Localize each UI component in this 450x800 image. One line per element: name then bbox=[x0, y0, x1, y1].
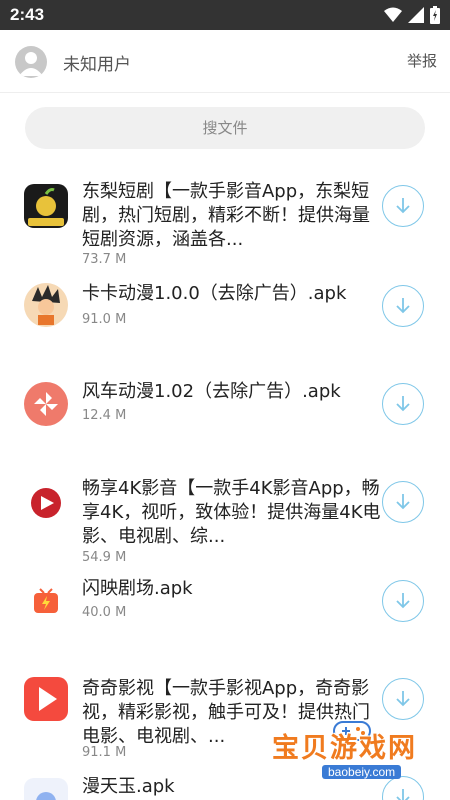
status-time: 2:43 bbox=[10, 5, 45, 24]
app-icon bbox=[24, 184, 68, 228]
download-icon bbox=[396, 494, 410, 510]
file-size: 91.0 M bbox=[82, 312, 127, 327]
battery-icon bbox=[430, 6, 440, 24]
user-header: 未知用户 举报 bbox=[0, 30, 450, 93]
signal-icon bbox=[408, 7, 424, 23]
list-item[interactable]: 畅享4K影音【一款手4K影音App，畅享4K，视听，致体验！提供海量4K电影、电… bbox=[0, 477, 450, 567]
app-icon bbox=[24, 481, 68, 525]
app-icon bbox=[24, 677, 68, 721]
download-icon bbox=[396, 198, 410, 214]
download-button[interactable] bbox=[382, 481, 424, 523]
pinwheel-icon bbox=[34, 392, 58, 416]
download-icon bbox=[396, 396, 410, 412]
username[interactable]: 未知用户 bbox=[63, 50, 131, 75]
file-size: 73.7 M bbox=[82, 252, 127, 267]
app-icon bbox=[24, 581, 68, 625]
download-icon bbox=[396, 691, 410, 707]
download-button[interactable] bbox=[382, 580, 424, 622]
list-item[interactable]: 闪映剧场.apk 40.0 M bbox=[0, 577, 450, 647]
tv-flash-icon bbox=[34, 588, 58, 613]
file-title: 闪映剧场.apk bbox=[82, 578, 193, 599]
list-item[interactable]: 卡卡动漫1.0.0（去除广告）.apk 91.0 M bbox=[0, 277, 450, 347]
anime-character-icon bbox=[24, 283, 68, 327]
file-size: 91.1 M bbox=[82, 745, 127, 760]
app-icon bbox=[24, 382, 68, 426]
download-button[interactable] bbox=[382, 678, 424, 720]
search-bar[interactable]: 搜文件 bbox=[25, 107, 425, 149]
file-title: 风车动漫1.02（去除广告）.apk bbox=[82, 381, 341, 402]
download-button[interactable] bbox=[382, 185, 424, 227]
4k-player-icon bbox=[31, 488, 61, 518]
pear-icon bbox=[28, 188, 64, 226]
file-size: 40.0 M bbox=[82, 605, 127, 620]
app-icon bbox=[24, 778, 68, 800]
search-placeholder: 搜文件 bbox=[202, 119, 248, 137]
download-button[interactable] bbox=[382, 285, 424, 327]
report-button[interactable]: 举报 bbox=[407, 50, 437, 71]
file-size: 54.9 M bbox=[82, 550, 127, 565]
status-bar: 2:43 bbox=[0, 0, 450, 30]
avatar[interactable] bbox=[15, 46, 47, 78]
watermark-title: 宝贝游戏网 bbox=[272, 733, 417, 764]
play-icon bbox=[39, 687, 57, 711]
file-title: 卡卡动漫1.0.0（去除广告）.apk bbox=[82, 283, 347, 304]
file-title: 畅享4K影音【一款手4K影音App，畅享4K，视听，致体验！提供海量4K电影、电… bbox=[82, 478, 381, 547]
user-avatar-icon bbox=[19, 52, 43, 76]
watermark-url: baobeiy.com bbox=[322, 765, 402, 779]
file-size: 12.4 M bbox=[82, 408, 127, 423]
wifi-icon bbox=[384, 7, 402, 22]
status-icons bbox=[384, 6, 440, 24]
download-icon bbox=[396, 298, 410, 314]
download-icon bbox=[396, 593, 410, 609]
comic-icon bbox=[36, 792, 56, 800]
list-item[interactable]: 风车动漫1.02（去除广告）.apk 12.4 M bbox=[0, 372, 450, 442]
watermark: 宝贝游戏网 baobeiy.com bbox=[262, 718, 442, 798]
download-button[interactable] bbox=[382, 383, 424, 425]
file-title: 东梨短剧【一款手影音App，东梨短剧，热门短剧，精彩不断！提供海量短剧资源，涵盖… bbox=[82, 181, 370, 250]
list-item[interactable]: 东梨短剧【一款手影音App，东梨短剧，热门短剧，精彩不断！提供海量短剧资源，涵盖… bbox=[0, 172, 450, 272]
app-icon bbox=[24, 283, 68, 327]
